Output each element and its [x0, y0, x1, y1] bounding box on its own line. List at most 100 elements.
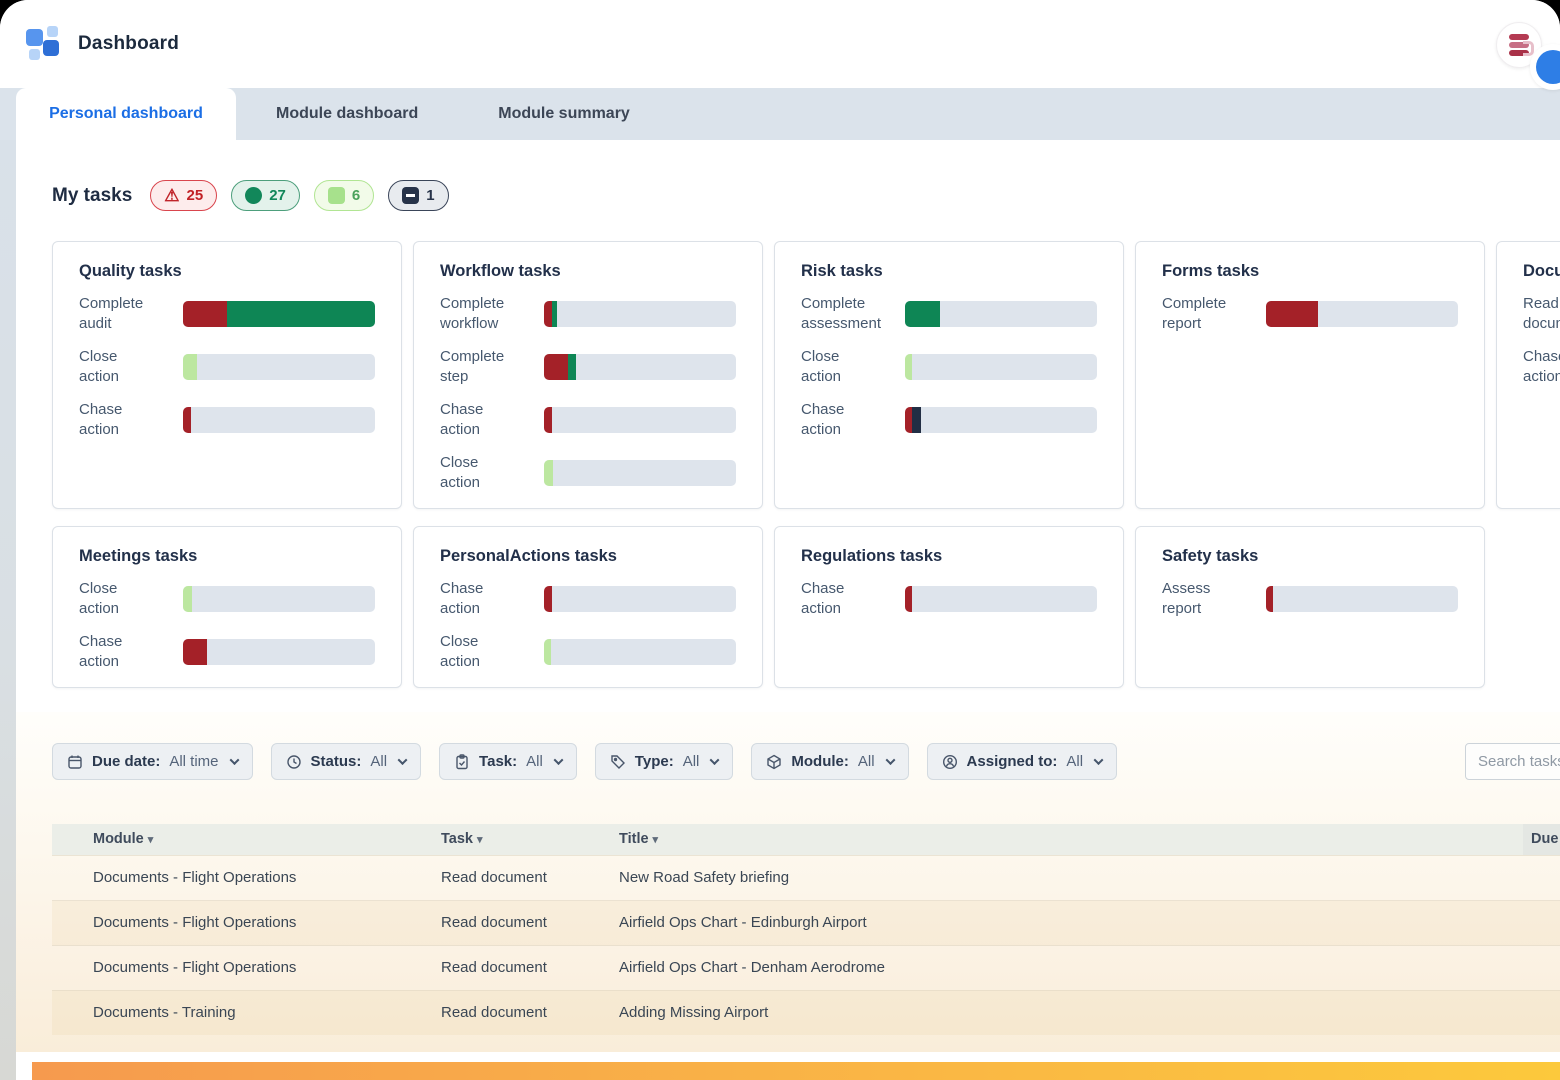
search-input[interactable] [1465, 743, 1560, 780]
my-tasks-title: My tasks [52, 185, 132, 207]
task-label: Complete audit [79, 294, 157, 334]
task-progress-bar[interactable] [1266, 586, 1458, 612]
task-label: Chase action [440, 400, 518, 440]
table-row[interactable]: Documents - TrainingRead documentAdding … [52, 990, 1560, 1035]
my-tasks-section: My tasks ⚠ 25 27 6 1 [16, 140, 1560, 688]
filter-due-date[interactable]: Due date: All time [52, 743, 253, 780]
task-progress-bar[interactable] [183, 407, 375, 433]
task-row: Assess report [1162, 572, 1458, 625]
chevron-down-icon [229, 755, 239, 765]
card-title: Regulations tasks [801, 547, 1097, 566]
card-meetings-tasks: Meetings tasks Close actionChase action [52, 526, 402, 688]
table-row[interactable]: Documents - Flight OperationsRead docume… [52, 900, 1560, 945]
tab-personal-dashboard[interactable]: Personal dashboard [16, 88, 236, 140]
table-header-row: Module▾ Task▾ Title▾ Due date▾ [52, 824, 1560, 855]
table-cell: Read document [433, 855, 611, 900]
task-progress-bar[interactable] [544, 639, 736, 665]
task-label: Close action [79, 579, 157, 619]
task-label: Chase action [1523, 347, 1560, 387]
card-title: Forms tasks [1162, 262, 1458, 281]
bar-segment-light_green [544, 460, 553, 486]
task-cards-row-1: Quality tasks Complete audit Close action… [52, 241, 1560, 509]
task-progress-bar[interactable] [905, 407, 1097, 433]
task-label: Chase action [801, 400, 879, 440]
filter-bar: Due date: All time Status: All [52, 743, 1560, 780]
chevron-down-icon [398, 755, 408, 765]
task-progress-bar[interactable] [905, 586, 1097, 612]
column-header-due-date[interactable]: Due date▾ [1523, 824, 1560, 855]
open-badge[interactable]: 27 [231, 180, 300, 211]
task-row: Read document [1523, 287, 1560, 340]
filter-assigned-to[interactable]: Assigned to: All [927, 743, 1118, 780]
task-label: Complete assessment [801, 294, 879, 334]
calendar-icon [67, 754, 83, 770]
task-row: Chase action [79, 625, 375, 678]
bar-segment-red [1266, 301, 1318, 327]
task-progress-bar[interactable] [183, 301, 375, 327]
task-row: Close action [801, 340, 1097, 393]
table-cell: Adding Missing Airport [611, 990, 1523, 1035]
card-title: Quality tasks [79, 262, 375, 281]
card-title: Workflow tasks [440, 262, 736, 281]
task-progress-bar[interactable] [544, 460, 736, 486]
task-progress-bar[interactable] [544, 586, 736, 612]
filter-status[interactable]: Status: All [271, 743, 422, 780]
task-row: Complete workflow [440, 287, 736, 340]
column-header-module[interactable]: Module▾ [52, 824, 433, 855]
table-cell [1523, 990, 1560, 1035]
chevron-down-icon [1094, 755, 1104, 765]
task-label: Complete step [440, 347, 518, 387]
filter-task[interactable]: Task: All [439, 743, 577, 780]
task-progress-bar[interactable] [544, 407, 736, 433]
table-cell: New Road Safety briefing [611, 855, 1523, 900]
on-hold-badge[interactable]: 1 [388, 180, 448, 211]
tab-module-dashboard[interactable]: Module dashboard [236, 88, 458, 140]
task-cards-row-2: Meetings tasks Close actionChase action … [52, 526, 1560, 688]
top-bar: Dashboard [0, 0, 1560, 88]
overdue-badge[interactable]: ⚠ 25 [150, 180, 217, 211]
task-progress-bar[interactable] [905, 354, 1097, 380]
tab-module-summary[interactable]: Module summary [458, 88, 670, 140]
bar-segment-red [183, 639, 207, 665]
card-risk-tasks: Risk tasks Complete assessmentClose acti… [774, 241, 1124, 509]
column-header-title[interactable]: Title▾ [611, 824, 1523, 855]
dark-minus-square-icon [402, 187, 419, 204]
task-row: Chase action [801, 572, 1097, 625]
task-progress-bar[interactable] [183, 586, 375, 612]
column-header-task[interactable]: Task▾ [433, 824, 611, 855]
task-progress-bar[interactable] [544, 354, 736, 380]
task-label: Assess report [1162, 579, 1240, 619]
bar-segment-red [905, 586, 912, 612]
task-row: Close action [79, 340, 375, 393]
table-row[interactable]: Documents - Flight OperationsRead docume… [52, 945, 1560, 990]
task-row: Close action [440, 625, 736, 678]
chevron-down-icon [885, 755, 895, 765]
upcoming-badge[interactable]: 6 [314, 180, 374, 211]
task-progress-bar[interactable] [544, 301, 736, 327]
task-row: Complete step [440, 340, 736, 393]
bar-segment-green [552, 301, 558, 327]
task-progress-bar[interactable] [1266, 301, 1458, 327]
table-cell: Documents - Flight Operations [52, 900, 433, 945]
task-progress-bar[interactable] [183, 354, 375, 380]
task-row: Complete assessment [801, 287, 1097, 340]
card-title: PersonalActions tasks [440, 547, 736, 566]
task-row: Close action [79, 572, 375, 625]
filter-type[interactable]: Type: All [595, 743, 734, 780]
bar-segment-green [227, 301, 375, 327]
dashboard-tabs: Personal dashboard Module dashboard Modu… [0, 88, 1560, 140]
task-progress-bar[interactable] [183, 639, 375, 665]
open-count: 27 [269, 187, 286, 204]
table-cell: Documents - Training [52, 990, 433, 1035]
task-progress-bar[interactable] [905, 301, 1097, 327]
table-cell [1523, 900, 1560, 945]
filter-module[interactable]: Module: All [751, 743, 908, 780]
clock-icon [286, 754, 302, 770]
light-green-square-icon [328, 187, 345, 204]
bar-segment-light_green [183, 586, 192, 612]
table-cell: Airfield Ops Chart - Denham Aerodrome [611, 945, 1523, 990]
app-window: Dashboard Personal dashboard Module dash… [0, 0, 1560, 1080]
left-gutter [0, 140, 16, 1080]
user-avatar [1536, 50, 1560, 84]
table-row[interactable]: Documents - Flight OperationsRead docume… [52, 855, 1560, 900]
